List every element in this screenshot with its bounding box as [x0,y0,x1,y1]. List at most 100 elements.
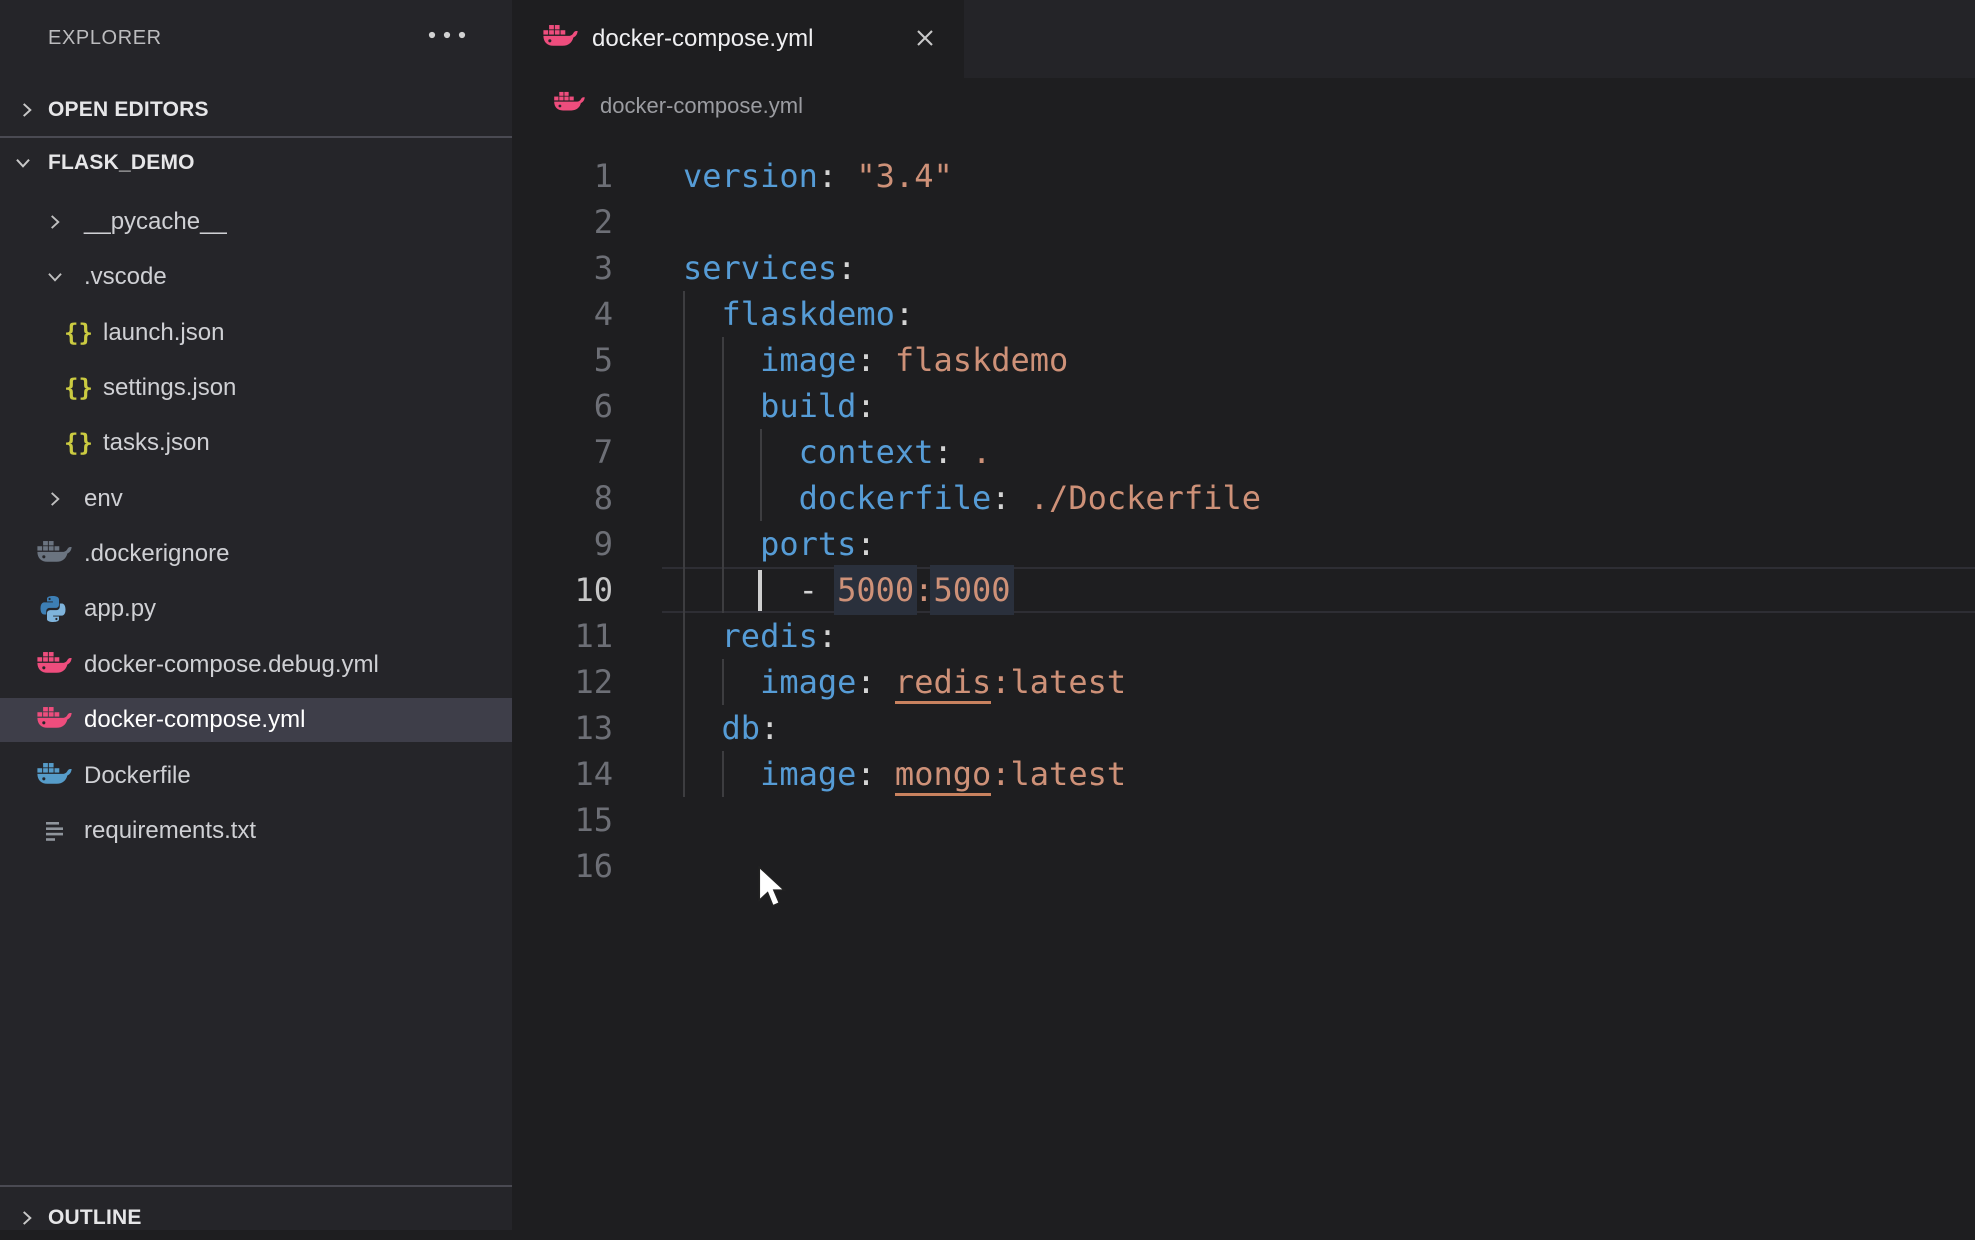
tab-docker-compose[interactable]: docker-compose.yml [512,0,964,78]
yaml-value-link: redis [895,663,991,704]
code-line-6[interactable]: build: [683,383,876,429]
code-line-10[interactable]: - 5000:5000 [683,567,1011,613]
vscode-window: { "colors": { "sidebar_bg": "#252529", "… [0,0,1975,1230]
breadcrumb[interactable]: docker-compose.yml [600,78,803,134]
code-line-5[interactable]: image: flaskdemo [683,337,1068,383]
line-number: 7 [513,429,613,475]
punctuation: : [856,755,895,793]
punctuation: : [837,249,856,287]
workspace-section[interactable]: FLASK_DEMO [0,141,512,185]
punctuation: : [856,663,895,701]
yaml-key: version [683,157,818,195]
line-number: 15 [513,797,613,843]
yaml-key: flaskdemo [722,295,895,333]
docker-icon [36,651,72,684]
docker-icon [553,91,585,121]
tree-item-dockerfile[interactable]: Dockerfile [0,754,512,798]
docker-icon [542,24,578,57]
punctuation: : [856,341,895,379]
yaml-value: "3.4" [856,157,952,195]
yaml-key: services [683,249,837,287]
docker-icon [36,540,72,573]
tree-item-label: app.py [84,587,156,631]
yaml-key: image [760,663,856,701]
open-editors-label: OPEN EDITORS [48,88,209,132]
yaml-value-link: mongo [895,755,991,796]
tree-item-requirements-txt[interactable]: requirements.txt [0,809,512,853]
line-number: 12 [513,659,613,705]
line-number: 16 [513,843,613,889]
docker-icon [36,706,72,739]
code-line-11[interactable]: redis: [683,613,837,659]
punctuation: : [818,157,857,195]
chevron-right-icon [44,211,66,233]
code-line-14[interactable]: image: mongo:latest [683,751,1126,797]
code-line-9[interactable]: ports: [683,521,876,567]
chevron-down-icon [44,266,66,288]
occurrence-highlight: 5000 [834,565,917,615]
tree-item-label: settings.json [103,366,236,410]
tree-item-settings-json[interactable]: {}settings.json [0,366,512,410]
yaml-value: :latest [991,755,1126,793]
text-cursor [758,570,762,611]
yaml-key: dockerfile [799,479,992,517]
workspace-label: FLASK_DEMO [48,141,195,185]
punctuation [683,709,722,747]
yaml-key: redis [722,617,818,655]
punctuation [683,571,799,609]
punctuation [683,525,760,563]
punctuation [683,755,760,793]
tree-item--pycache-[interactable]: __pycache__ [0,200,512,244]
yaml-key: image [760,755,856,793]
tree-item-label: env [84,477,123,521]
code-line-7[interactable]: context: . [683,429,991,475]
outline-section[interactable]: OUTLINE [0,1196,512,1240]
line-number: 11 [513,613,613,659]
tree-item-label: __pycache__ [84,200,227,244]
open-editors-section[interactable]: OPEN EDITORS [0,88,512,132]
tree-item-launch-json[interactable]: {}launch.json [0,311,512,355]
tree-item-label: .dockerignore [84,532,229,576]
section-divider [0,1185,512,1187]
tree-item-label: Dockerfile [84,754,191,798]
section-divider [0,136,512,138]
close-icon[interactable] [914,27,936,54]
line-number: 9 [513,521,613,567]
tree-item--vscode[interactable]: .vscode [0,255,512,299]
code-line-8[interactable]: dockerfile: ./Dockerfile [683,475,1261,521]
punctuation [683,387,760,425]
chevron-right-icon [44,488,66,510]
code-line-13[interactable]: db: [683,705,779,751]
tree-item-tasks-json[interactable]: {}tasks.json [0,421,512,465]
json-icon: {} [64,421,93,465]
tree-item-label: docker-compose.debug.yml [84,643,379,687]
occurrence-highlight: 5000 [930,565,1013,615]
outline-label: OUTLINE [48,1196,142,1240]
chevron-right-icon [16,99,38,121]
yaml-value: ./Dockerfile [1030,479,1261,517]
line-number: 8 [513,475,613,521]
yaml-key: db [722,709,761,747]
line-number: 13 [513,705,613,751]
tree-item--dockerignore[interactable]: .dockerignore [0,532,512,576]
punctuation [683,295,722,333]
yaml-value: flaskdemo [895,341,1068,379]
yaml-key: ports [760,525,856,563]
line-number: 14 [513,751,613,797]
more-actions-icon[interactable] [426,27,470,45]
punctuation: : [991,479,1030,517]
code-line-12[interactable]: image: redis:latest [683,659,1126,705]
tree-item-docker-compose-yml[interactable]: docker-compose.yml [0,698,512,742]
code-line-3[interactable]: services: [683,245,856,291]
json-icon: {} [64,311,93,355]
line-number: 1 [513,153,613,199]
line-number: 6 [513,383,613,429]
tree-item-app-py[interactable]: app.py [0,587,512,631]
line-number: 10 [513,567,613,613]
punctuation [683,479,799,517]
code-line-1[interactable]: version: "3.4" [683,153,953,199]
tree-item-docker-compose-debug-yml[interactable]: docker-compose.debug.yml [0,643,512,687]
code-line-4[interactable]: flaskdemo: [683,291,914,337]
explorer-sidebar: EXPLORER OPEN EDITORS FLASK_DEMO __pycac… [0,0,512,1230]
tree-item-env[interactable]: env [0,477,512,521]
